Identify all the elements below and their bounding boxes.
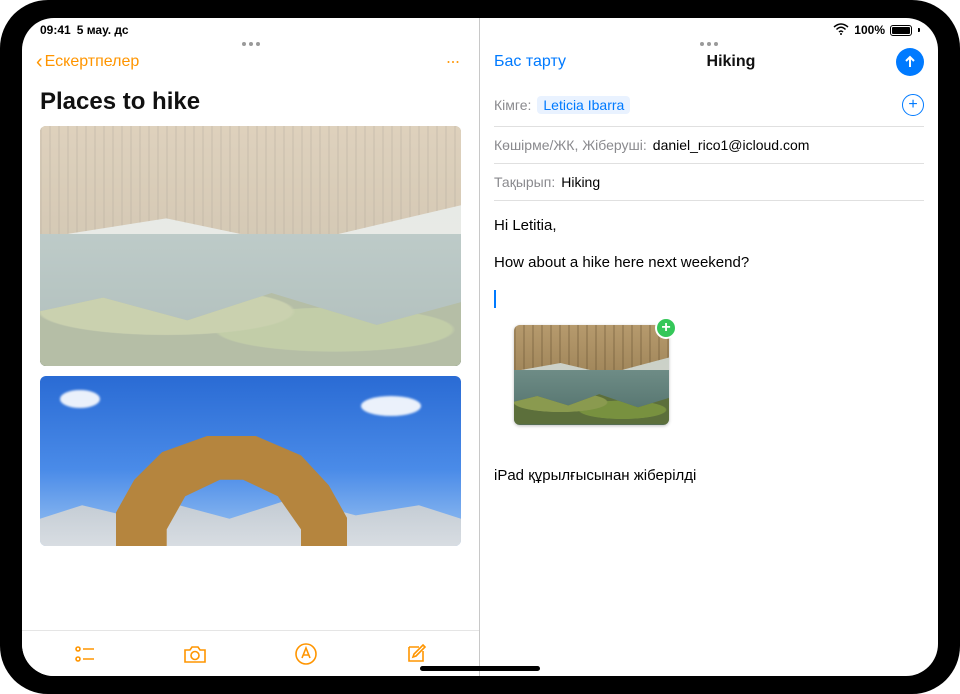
mail-title: Hiking [566,53,896,71]
cancel-button[interactable]: Бас тарту [494,53,566,71]
markup-icon[interactable] [293,641,319,667]
more-icon[interactable] [441,50,465,74]
mail-pane: Бас тарту Hiking Кімге: Leticia Ibarra +… [480,18,938,676]
to-label: Кімге: [494,97,531,113]
mail-signature: iPad құрылғысынан жіберілді [494,465,924,488]
multitask-handle-right[interactable] [700,42,718,46]
note-image-2[interactable] [40,376,461,546]
home-indicator[interactable] [420,666,540,671]
dragged-attachment[interactable]: + [514,325,669,425]
note-body[interactable] [22,126,479,630]
body-line-1: Hi Letitia, [494,215,924,238]
back-chevron-icon[interactable]: ‹ [36,52,43,72]
share-icon[interactable] [403,50,427,74]
battery-percent: 100% [854,23,885,37]
subject-value: Hiking [561,174,600,190]
text-cursor [494,290,496,308]
cc-from-field[interactable]: Көшірме/ЖК, Жіберуші: daniel_rico1@iclou… [494,127,924,164]
compose-icon[interactable] [403,641,429,667]
mail-body[interactable]: Hi Letitia, How about a hike here next w… [480,201,938,501]
add-contact-button[interactable]: + [902,94,924,116]
to-field[interactable]: Кімге: Leticia Ibarra + [494,84,924,127]
body-line-2: How about a hike here next weekend? [494,252,924,275]
battery-icon [890,25,912,36]
send-button[interactable] [896,48,924,76]
multitask-handle-left[interactable] [242,42,260,46]
status-time: 09:41 [40,23,71,37]
status-bar: 09:41 5 мау. дс 100% [22,18,938,40]
subject-field[interactable]: Тақырып: Hiking [494,164,924,201]
note-image-1[interactable] [40,126,461,366]
status-date: 5 мау. дс [77,23,129,37]
notes-pane: ‹ Ескертпелер [22,18,480,676]
mail-header-fields: Кімге: Leticia Ibarra + Көшірме/ЖК, Жібе… [480,84,938,201]
subject-label: Тақырып: [494,174,555,190]
notes-toolbar [22,630,479,676]
notes-navbar: ‹ Ескертпелер [22,40,479,84]
ipad-device-frame: 09:41 5 мау. дс 100% [0,0,960,694]
battery-tip [918,28,920,32]
recipient-pill[interactable]: Leticia Ibarra [537,96,630,114]
drop-add-icon: + [655,317,677,339]
wifi-icon [833,23,849,38]
cc-label: Көшірме/ЖК, Жіберуші: [494,137,647,153]
mail-navbar: Бас тарту Hiking [480,40,938,84]
back-button[interactable]: Ескертпелер [45,53,140,71]
screen: 09:41 5 мау. дс 100% [22,18,938,676]
camera-icon[interactable] [182,641,208,667]
checklist-icon[interactable] [72,641,98,667]
note-title: Places to hike [22,84,479,126]
from-value: daniel_rico1@icloud.com [653,137,810,153]
